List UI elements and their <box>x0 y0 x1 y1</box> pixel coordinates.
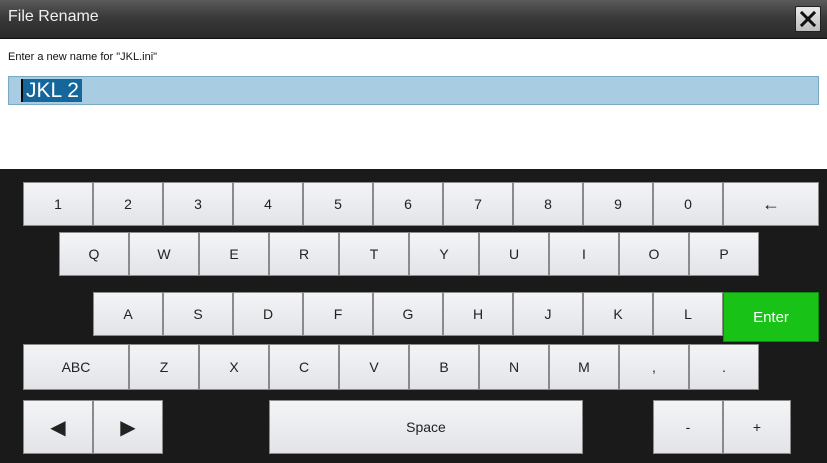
key-6[interactable]: 6 <box>373 182 443 226</box>
enter-key[interactable]: Enter <box>723 292 819 342</box>
window-title: File Rename <box>8 8 99 25</box>
key-i[interactable]: I <box>549 232 619 276</box>
backspace-key[interactable]: ← <box>723 182 819 226</box>
key-comma[interactable]: , <box>619 344 689 390</box>
key-8[interactable]: 8 <box>513 182 583 226</box>
key-3[interactable]: 3 <box>163 182 233 226</box>
input-selected-text: JKL 2 <box>23 79 82 102</box>
key-z[interactable]: Z <box>129 344 199 390</box>
key-4[interactable]: 4 <box>233 182 303 226</box>
key-d[interactable]: D <box>233 292 303 336</box>
key-q[interactable]: Q <box>59 232 129 276</box>
key-f[interactable]: F <box>303 292 373 336</box>
close-button[interactable] <box>795 6 821 32</box>
cursor-left-key[interactable]: ◀ <box>23 400 93 454</box>
key-g[interactable]: G <box>373 292 443 336</box>
key-n[interactable]: N <box>479 344 549 390</box>
rename-prompt: Enter a new name for "JKL.ini" <box>8 51 158 63</box>
key-o[interactable]: O <box>619 232 689 276</box>
on-screen-keyboard: 1 2 3 4 5 6 7 8 9 0 ← Q W E R T Y U I O … <box>0 169 827 463</box>
key-e[interactable]: E <box>199 232 269 276</box>
key-c[interactable]: C <box>269 344 339 390</box>
key-b[interactable]: B <box>409 344 479 390</box>
key-k[interactable]: K <box>583 292 653 336</box>
key-5[interactable]: 5 <box>303 182 373 226</box>
key-r[interactable]: R <box>269 232 339 276</box>
cursor-right-key[interactable]: ▶ <box>93 400 163 454</box>
key-s[interactable]: S <box>163 292 233 336</box>
key-t[interactable]: T <box>339 232 409 276</box>
key-0[interactable]: 0 <box>653 182 723 226</box>
key-j[interactable]: J <box>513 292 583 336</box>
title-bar: File Rename <box>0 0 827 39</box>
key-2[interactable]: 2 <box>93 182 163 226</box>
key-w[interactable]: W <box>129 232 199 276</box>
key-x[interactable]: X <box>199 344 269 390</box>
abc-key[interactable]: ABC <box>23 344 129 390</box>
filename-input[interactable]: JKL 2 <box>8 76 819 105</box>
key-period[interactable]: . <box>689 344 759 390</box>
key-7[interactable]: 7 <box>443 182 513 226</box>
key-p[interactable]: P <box>689 232 759 276</box>
close-icon <box>800 11 816 27</box>
key-plus[interactable]: + <box>723 400 791 454</box>
key-m[interactable]: M <box>549 344 619 390</box>
key-1[interactable]: 1 <box>23 182 93 226</box>
key-u[interactable]: U <box>479 232 549 276</box>
key-9[interactable]: 9 <box>583 182 653 226</box>
key-l[interactable]: L <box>653 292 723 336</box>
key-h[interactable]: H <box>443 292 513 336</box>
key-y[interactable]: Y <box>409 232 479 276</box>
key-minus[interactable]: - <box>653 400 723 454</box>
space-key[interactable]: Space <box>269 400 583 454</box>
rename-dialog: Enter a new name for "JKL.ini" JKL 2 <box>0 39 827 169</box>
key-a[interactable]: A <box>93 292 163 336</box>
key-v[interactable]: V <box>339 344 409 390</box>
